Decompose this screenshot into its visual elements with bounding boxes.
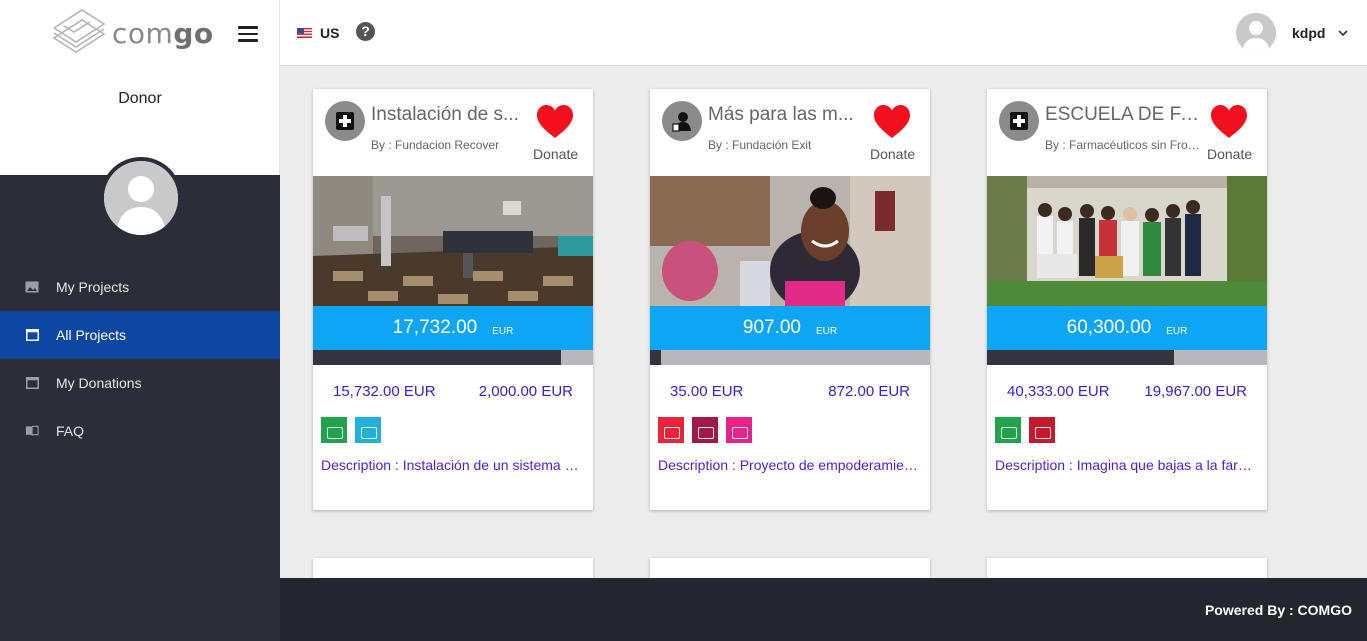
- project-image[interactable]: [650, 176, 930, 306]
- book-icon: [25, 424, 39, 438]
- project-description[interactable]: Description : Proyecto de empoderamiento…: [650, 457, 930, 473]
- funding-progress-bar: [650, 350, 930, 365]
- sidebar-item-label: My Projects: [56, 279, 130, 295]
- funding-progress-bar: [987, 350, 1267, 365]
- user-avatar-icon: [1236, 13, 1276, 53]
- heart-icon[interactable]: [536, 104, 574, 140]
- raised-amount: 15,732.00 EUR: [333, 383, 436, 400]
- country-selector[interactable]: US: [320, 25, 339, 41]
- help-icon[interactable]: ?: [356, 22, 375, 41]
- card-header: Instalación de s... By : Fundacion Recov…: [313, 89, 593, 176]
- user-role: Donor: [118, 90, 162, 107]
- sdg-goal-icon: [726, 417, 752, 443]
- goal-currency: EUR: [816, 325, 838, 337]
- sidebar-item-my-donations[interactable]: My Donations: [0, 359, 280, 407]
- raised-amount: 35.00 EUR: [670, 383, 744, 400]
- sidebar-nav: My Projects All Projects My Donations FA…: [0, 263, 280, 455]
- project-card[interactable]: Más para las m... By : Fundación Exit Do…: [650, 89, 930, 510]
- sidebar-item-faq[interactable]: FAQ: [0, 407, 280, 455]
- project-title[interactable]: ESCUELA DE FA...: [1045, 104, 1201, 126]
- sdg-goal-icon: [355, 417, 381, 443]
- project-title[interactable]: Más para las m...: [708, 104, 864, 126]
- user-avatar-icon: [104, 161, 178, 235]
- project-organization: By : Fundación Exit: [708, 138, 812, 152]
- funding-progress-fill: [650, 350, 661, 365]
- project-title[interactable]: Instalación de s...: [371, 104, 527, 126]
- project-card[interactable]: Instalación de s... By : Fundacion Recov…: [313, 89, 593, 510]
- project-description[interactable]: Description : Instalación de un sistema …: [313, 457, 593, 473]
- goal-amount-bar: 907.00 EUR: [650, 306, 930, 350]
- sidebar-item-label: FAQ: [56, 423, 85, 439]
- sidebar-item-all-projects[interactable]: All Projects: [0, 311, 280, 359]
- goal-amount-bar: 17,732.00 EUR: [313, 306, 593, 350]
- heart-icon[interactable]: [873, 104, 911, 140]
- chevron-down-icon[interactable]: [1336, 26, 1350, 40]
- project-image[interactable]: [313, 176, 593, 306]
- sidebar-avatar: [100, 157, 182, 239]
- raised-amount: 40,333.00 EUR: [1007, 383, 1110, 400]
- funding-progress-fill: [987, 350, 1175, 365]
- sdg-goal-icon: [658, 417, 684, 443]
- sdg-goal-icon: [995, 417, 1021, 443]
- medical-cross-icon: [999, 101, 1039, 141]
- sidebar: comgo Donor My Projects All Projects My …: [0, 0, 280, 641]
- sidebar-header: comgo Donor: [0, 0, 280, 175]
- sdg-goal-icon: [321, 417, 347, 443]
- top-header: US ? kdpd: [280, 0, 1367, 66]
- funding-amounts: 35.00 EUR 872.00 EUR: [650, 365, 930, 417]
- funding-progress-bar: [313, 350, 593, 365]
- sidebar-item-label: My Donations: [56, 375, 142, 391]
- hamburger-menu-icon[interactable]: [238, 26, 258, 42]
- funding-progress-fill: [313, 350, 562, 365]
- us-flag-icon[interactable]: [297, 28, 312, 38]
- sdg-goal-icon: [692, 417, 718, 443]
- project-organization: By : Farmacéuticos sin Fronteras: [1045, 138, 1201, 152]
- username[interactable]: kdpd: [1292, 25, 1325, 41]
- sdg-goals: [650, 417, 930, 447]
- project-image[interactable]: [987, 176, 1267, 306]
- sdg-goals: [987, 417, 1267, 447]
- funding-amounts: 15,732.00 EUR 2,000.00 EUR: [313, 365, 593, 417]
- person-icon: [662, 101, 702, 141]
- sidebar-item-label: All Projects: [56, 327, 127, 343]
- donate-button[interactable]: Donate: [870, 146, 915, 162]
- card-header: Más para las m... By : Fundación Exit Do…: [650, 89, 930, 176]
- footer: Powered By : COMGO: [280, 578, 1367, 641]
- goal-amount: 17,732.00: [392, 317, 478, 338]
- comgo-logo-icon: [52, 9, 106, 53]
- heart-icon[interactable]: [1210, 104, 1248, 140]
- sdg-goal-icon: [1029, 417, 1055, 443]
- sidebar-item-my-projects[interactable]: My Projects: [0, 263, 280, 311]
- goal-amount-bar: 60,300.00 EUR: [987, 306, 1267, 350]
- project-card[interactable]: ESCUELA DE FA... By : Farmacéuticos sin …: [987, 89, 1267, 510]
- logo-text: comgo: [112, 16, 214, 50]
- donate-button[interactable]: Donate: [1207, 146, 1252, 162]
- medical-cross-icon: [325, 101, 365, 141]
- goal-currency: EUR: [1166, 325, 1188, 337]
- powered-by: Powered By : COMGO: [1204, 602, 1352, 618]
- goal-currency: EUR: [492, 325, 514, 337]
- comgo-logo[interactable]: comgo: [50, 8, 214, 58]
- goal-amount: 907.00: [742, 317, 801, 338]
- browser-window-icon: [25, 328, 39, 342]
- sdg-goals: [313, 417, 593, 447]
- header-avatar[interactable]: [1236, 13, 1276, 53]
- donate-button[interactable]: Donate: [533, 146, 578, 162]
- image-icon: [25, 280, 39, 294]
- remaining-amount: 19,967.00 EUR: [1144, 383, 1247, 400]
- remaining-amount: 2,000.00 EUR: [478, 383, 573, 400]
- card-header: ESCUELA DE FA... By : Farmacéuticos sin …: [987, 89, 1267, 176]
- browser-window-icon: [25, 376, 39, 390]
- remaining-amount: 872.00 EUR: [828, 383, 910, 400]
- project-organization: By : Fundacion Recover: [371, 138, 500, 152]
- goal-amount: 60,300.00: [1066, 317, 1152, 338]
- project-description[interactable]: Description : Imagina que bajas a la far…: [987, 457, 1267, 473]
- funding-amounts: 40,333.00 EUR 19,967.00 EUR: [987, 365, 1267, 417]
